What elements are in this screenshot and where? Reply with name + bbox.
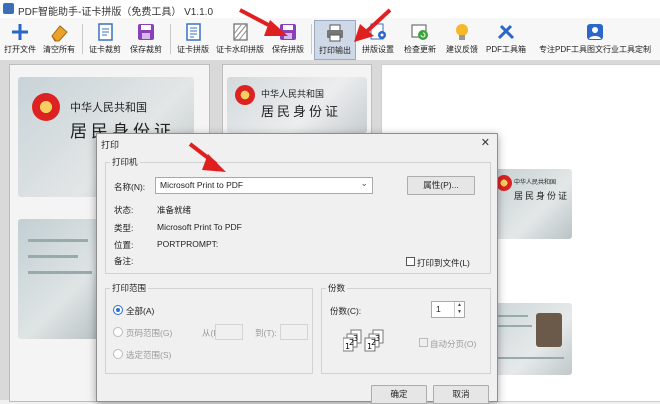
national-emblem-icon xyxy=(235,85,255,105)
portrait-photo xyxy=(536,313,562,347)
svg-text:3: 3 xyxy=(353,334,358,343)
save-icon xyxy=(138,24,154,40)
card-country-text: 中华人民共和国 xyxy=(261,90,325,100)
title-bar: PDF智能助手-证卡拼版（免费工具） V1.1.0 xyxy=(0,0,660,18)
pdf-toolbox-button[interactable]: PDF工具箱 xyxy=(483,20,529,58)
svg-text:3: 3 xyxy=(375,334,380,343)
to-page-input[interactable] xyxy=(280,324,308,340)
print-range-title: 打印范围 xyxy=(110,282,149,294)
person-icon xyxy=(587,24,603,40)
to-label: 到(T): xyxy=(255,328,277,338)
range-selection-radio[interactable] xyxy=(113,349,123,359)
print-to-file-label: 打印到文件(L) xyxy=(417,258,470,268)
printer-name-value: Microsoft Print to PDF xyxy=(160,180,244,190)
copies-value: 1 xyxy=(436,304,441,314)
custom-tools-button[interactable]: 专注PDF工具图文行业工具定制 xyxy=(531,20,659,58)
id-card-back-preview xyxy=(18,219,108,339)
red-arrow-annotation xyxy=(188,142,226,172)
range-all-radio[interactable] xyxy=(113,305,123,315)
id-card-page-back xyxy=(492,303,572,375)
toolbar-divider xyxy=(170,24,171,54)
card-layout-button[interactable]: 证卡拼版 xyxy=(174,20,212,58)
toolbar-divider xyxy=(311,24,312,54)
window-title: PDF智能助手-证卡拼版（免费工具） V1.1.0 xyxy=(18,7,214,18)
layout-icon xyxy=(186,23,201,41)
card-doc-name: 居民身份证 xyxy=(261,105,342,120)
id-card-layout-preview: 中华人民共和国 居民身份证 xyxy=(227,77,367,133)
status-label: 状态: xyxy=(114,205,134,215)
crop-icon xyxy=(98,23,113,41)
dialog-title: 打印 xyxy=(101,140,120,150)
printer-group-title: 打印机 xyxy=(110,156,140,168)
type-value: Microsoft Print To PDF xyxy=(157,222,242,232)
collate-label: 自动分页(O) xyxy=(430,339,477,349)
print-to-file-checkbox[interactable] xyxy=(406,257,415,266)
where-value: PORTPROMPT: xyxy=(157,239,219,249)
range-pages-label: 页码范围(G) xyxy=(126,328,173,338)
app-icon xyxy=(3,3,14,14)
refresh-icon xyxy=(411,24,428,40)
comment-label: 备注: xyxy=(114,256,134,266)
collate-checkbox[interactable] xyxy=(419,338,428,347)
ok-button[interactable]: 确定 xyxy=(371,385,427,404)
feedback-button[interactable]: 建议反馈 xyxy=(442,20,482,58)
type-label: 类型: xyxy=(114,223,134,233)
crop-card-button[interactable]: 证卡裁剪 xyxy=(86,20,124,58)
printer-icon xyxy=(327,24,343,42)
printer-name-label: 名称(N): xyxy=(114,182,146,192)
cancel-button[interactable]: 取消 xyxy=(433,385,489,404)
toolbar: 打开文件 清空所有 证卡裁剪 保存裁剪 证卡拼版 证卡水印拼版 保存拼版 打印输… xyxy=(0,18,660,61)
copies-label: 份数(C): xyxy=(330,306,362,316)
national-emblem-icon xyxy=(32,93,60,121)
toolbar-divider xyxy=(82,24,83,54)
print-dialog: 打印 ✕ 打印机 名称(N): Microsoft Print to PDF ⌄… xyxy=(96,133,498,404)
printer-name-select[interactable]: Microsoft Print to PDF ⌄ xyxy=(155,177,373,194)
id-card-page-front: 中华人民共和国 居民身份证 xyxy=(492,169,572,239)
save-crop-button[interactable]: 保存裁剪 xyxy=(126,20,166,58)
red-arrow-annotation xyxy=(354,8,392,42)
clear-all-button[interactable]: 清空所有 xyxy=(40,20,78,58)
chevron-down-icon: ⌄ xyxy=(360,178,368,188)
red-arrow-annotation xyxy=(239,8,288,36)
range-pages-radio[interactable] xyxy=(113,327,123,337)
range-selection-label: 选定范围(S) xyxy=(126,350,172,360)
copies-group-title: 份数 xyxy=(326,282,348,294)
collate-illustration-icon: 123 123 xyxy=(343,329,384,352)
stepper-arrows-icon[interactable]: ▲ ▼ xyxy=(454,302,464,317)
eraser-icon xyxy=(51,25,68,42)
where-label: 位置: xyxy=(114,240,134,250)
lightbulb-icon xyxy=(456,24,468,40)
tools-icon xyxy=(497,24,515,40)
status-value: 准备就绪 xyxy=(157,205,192,215)
close-icon[interactable]: ✕ xyxy=(481,136,490,149)
open-file-button[interactable]: 打开文件 xyxy=(2,20,38,58)
card-doc-name: 居民身份证 xyxy=(514,192,570,202)
check-update-button[interactable]: 检查更新 xyxy=(400,20,440,58)
properties-button[interactable]: 属性(P)... xyxy=(407,176,475,195)
from-page-input[interactable] xyxy=(215,324,243,340)
national-emblem-icon xyxy=(496,175,512,191)
copies-stepper[interactable]: 1 ▲ ▼ xyxy=(431,301,465,318)
card-country-text: 中华人民共和国 xyxy=(514,179,557,186)
card-country-text: 中华人民共和国 xyxy=(70,101,147,114)
range-all-label: 全部(A) xyxy=(126,306,155,316)
plus-icon xyxy=(12,24,28,40)
